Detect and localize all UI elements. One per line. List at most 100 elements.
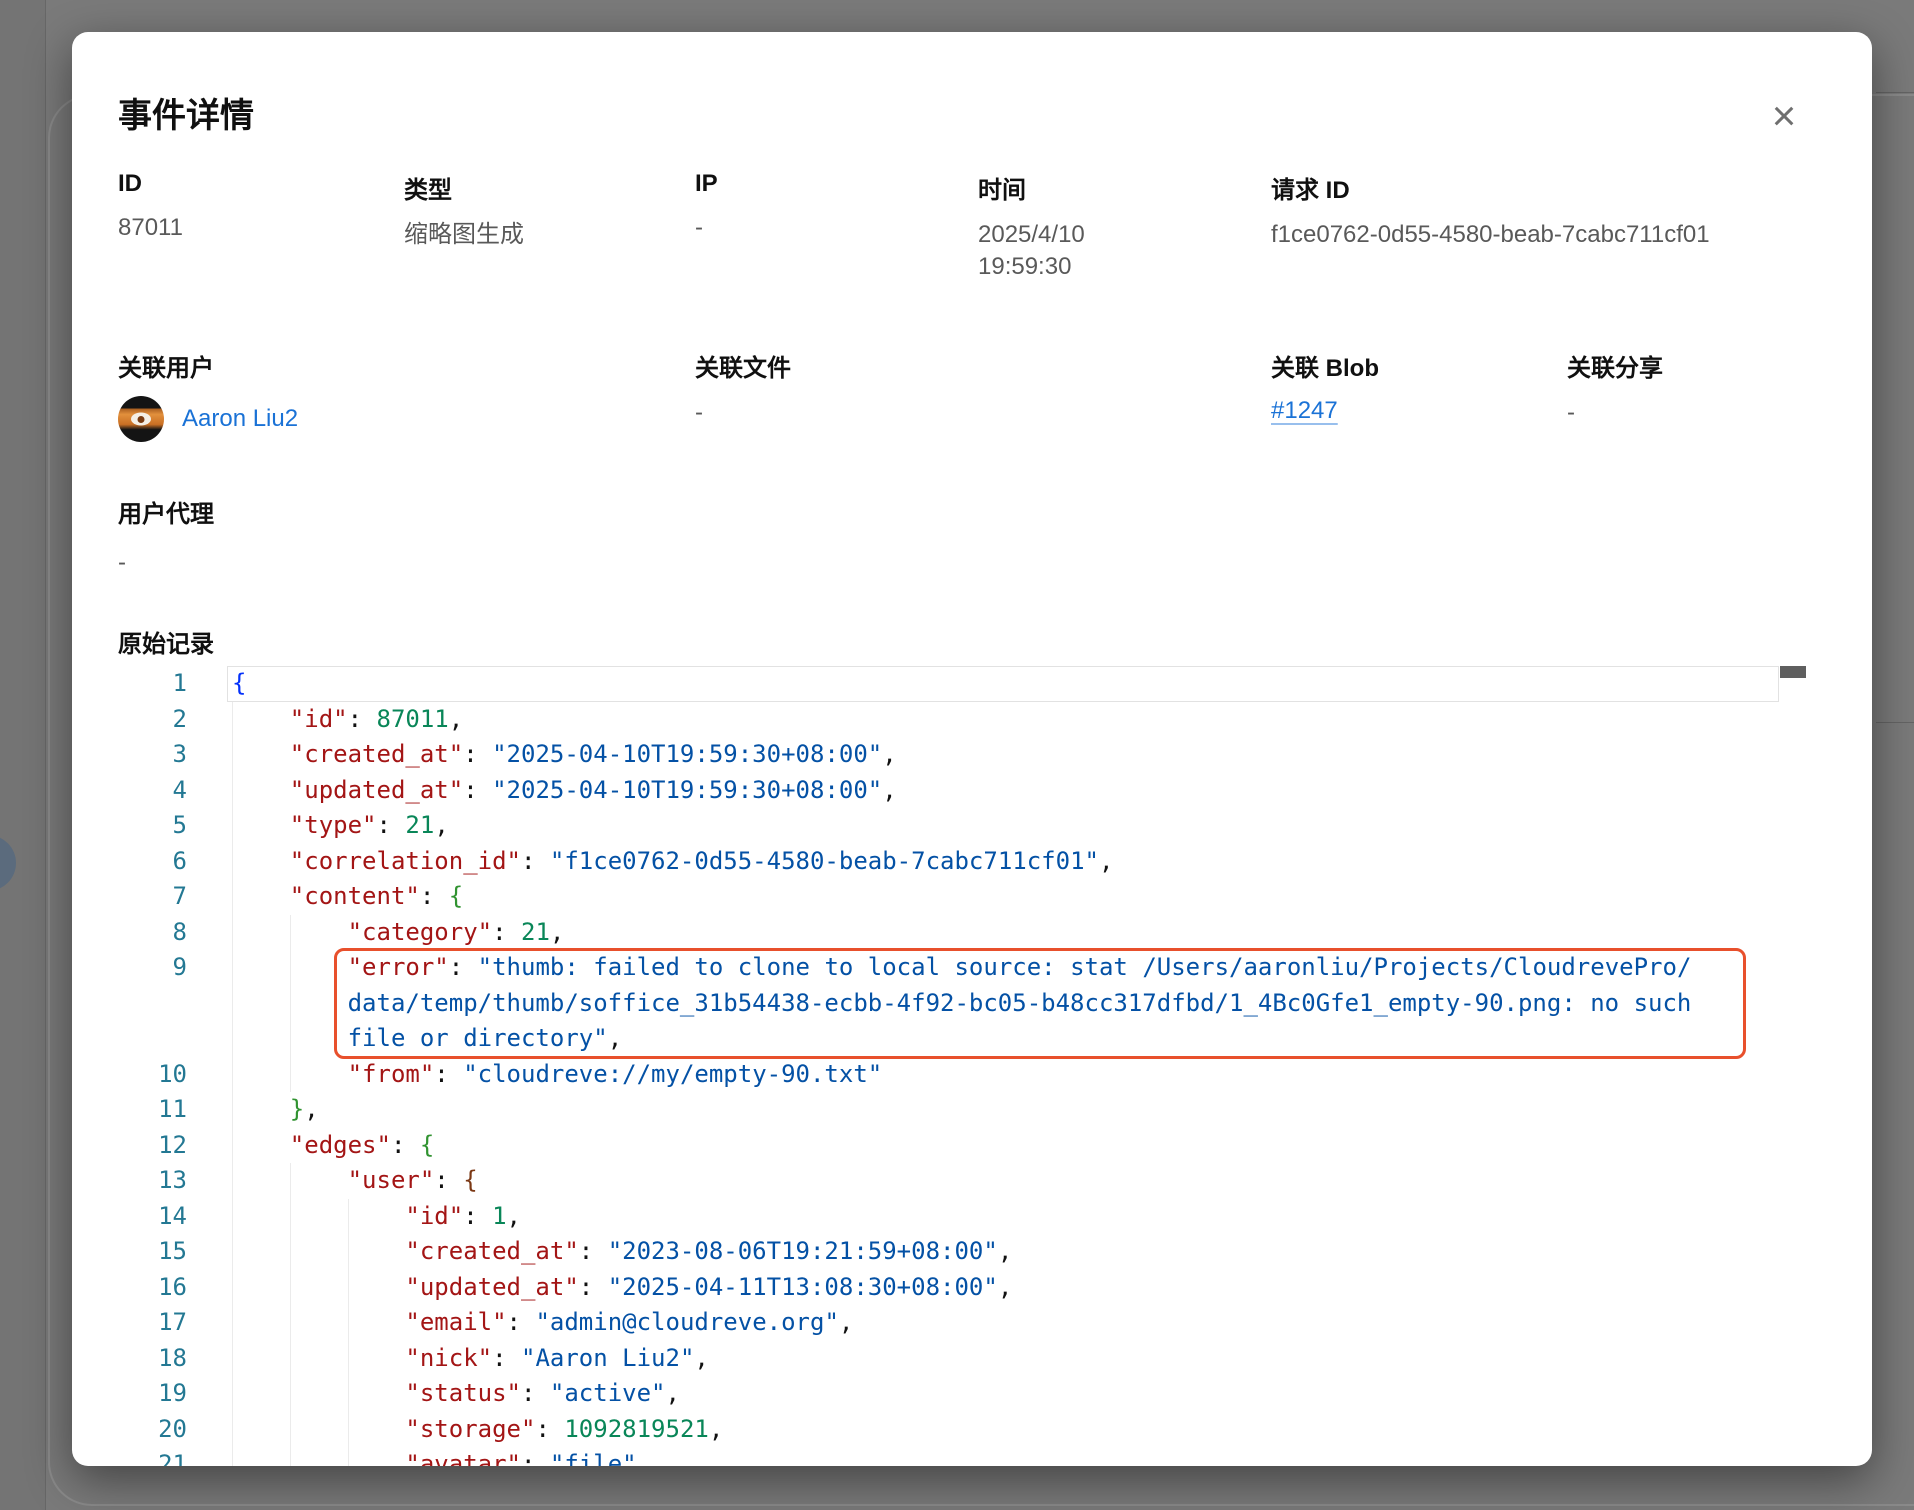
background-row-line <box>1876 722 1914 723</box>
indent-guide <box>232 879 233 915</box>
line-number: 19 <box>118 1376 187 1412</box>
related-blob-link[interactable]: #1247 <box>1271 397 1338 424</box>
field-label: 原始记录 <box>118 624 214 659</box>
code-line: 5 "type": 21, <box>118 808 1812 844</box>
code-content: "created_at": "2025-04-10T19:59:30+08:00… <box>232 737 1812 773</box>
indent-guide <box>290 915 291 951</box>
indent-guide <box>232 702 233 738</box>
field-label: 请求 ID <box>1271 170 1826 205</box>
indent-guide <box>290 1447 291 1466</box>
line-number: 11 <box>118 1092 187 1128</box>
field-user-agent: 用户代理 - <box>118 494 214 579</box>
code-content: "correlation_id": "f1ce0762-0d55-4580-be… <box>232 844 1812 880</box>
field-label: ID <box>118 170 404 198</box>
field-label: 关联文件 <box>695 348 1271 383</box>
code-content: "created_at": "2023-08-06T19:21:59+08:00… <box>232 1234 1812 1270</box>
code-line: 11 }, <box>118 1092 1812 1128</box>
code-content: "avatar": "file", <box>232 1447 1812 1466</box>
line-number: 12 <box>118 1128 187 1164</box>
indent-guide <box>232 1092 233 1128</box>
raw-log-section-label: 原始记录 <box>118 624 214 659</box>
code-content: "edges": { <box>232 1128 1812 1164</box>
line-number: 18 <box>118 1341 187 1377</box>
indent-guide <box>290 1234 291 1270</box>
line-number: 8 <box>118 915 187 951</box>
indent-guide <box>232 1021 233 1057</box>
line-number: 20 <box>118 1412 187 1448</box>
background-row-line <box>1876 92 1914 93</box>
code-line: 18 "nick": "Aaron Liu2", <box>118 1341 1812 1377</box>
field-ip: IP - <box>695 170 978 283</box>
field-time: 时间 2025/4/10 19:59:30 <box>978 170 1271 283</box>
field-related-user: 关联用户 Aaron Liu2 <box>118 348 695 443</box>
code-content: "status": "active", <box>232 1376 1812 1412</box>
indent-guide <box>232 986 233 1022</box>
field-value: - <box>1567 397 1826 429</box>
field-value: - <box>695 397 1271 429</box>
indent-guide <box>290 1341 291 1377</box>
code-line: 21 "avatar": "file", <box>118 1447 1812 1466</box>
indent-guide <box>232 808 233 844</box>
line-number: 9 <box>118 950 187 986</box>
indent-guide <box>232 1199 233 1235</box>
avatar[interactable] <box>118 396 164 442</box>
indent-guide <box>348 1341 349 1377</box>
code-line: 17 "email": "admin@cloudreve.org", <box>118 1305 1812 1341</box>
related-user-link[interactable]: Aaron Liu2 <box>182 405 298 433</box>
field-label: 关联分享 <box>1567 348 1826 383</box>
raw-log-code-editor[interactable]: 1{2 "id": 87011,3 "created_at": "2025-04… <box>118 662 1812 1466</box>
field-value: f1ce0762-0d55-4580-beab-7cabc711cf01 <box>1271 219 1826 251</box>
code-line: 12 "edges": { <box>118 1128 1812 1164</box>
line-number: 3 <box>118 737 187 773</box>
code-line: 2 "id": 87011, <box>118 702 1812 738</box>
indent-guide <box>232 1057 233 1093</box>
indent-guide <box>232 915 233 951</box>
indent-guide <box>290 1199 291 1235</box>
line-number: 21 <box>118 1447 187 1466</box>
indent-guide <box>232 1270 233 1306</box>
code-line: 16 "updated_at": "2025-04-11T13:08:30+08… <box>118 1270 1812 1306</box>
code-line: file or directory", <box>118 1021 1812 1057</box>
code-content: "updated_at": "2025-04-10T19:59:30+08:00… <box>232 773 1812 809</box>
line-number <box>118 1021 187 1057</box>
indent-guide <box>290 950 291 986</box>
field-label: 时间 <box>978 170 1271 205</box>
field-related-blob: 关联 Blob #1247 <box>1271 348 1567 443</box>
meta-row-1: ID 87011 类型 缩略图生成 IP - 时间 2025/4/10 19:5… <box>118 170 1826 283</box>
code-content: { <box>232 666 1812 702</box>
indent-guide <box>232 737 233 773</box>
indent-guide <box>290 1021 291 1057</box>
line-number: 7 <box>118 879 187 915</box>
meta-row-2: 关联用户 Aaron Liu2 关联文件 - 关联 Blob #1247 关联分… <box>118 348 1826 443</box>
field-request-id: 请求 ID f1ce0762-0d55-4580-beab-7cabc711cf… <box>1271 170 1826 283</box>
code-line: 7 "content": { <box>118 879 1812 915</box>
code-line: 1{ <box>118 666 1812 702</box>
line-number: 4 <box>118 773 187 809</box>
code-content: "user": { <box>232 1163 1812 1199</box>
line-number: 6 <box>118 844 187 880</box>
code-line: 20 "storage": 1092819521, <box>118 1412 1812 1448</box>
indent-guide <box>290 1376 291 1412</box>
field-label: 关联 Blob <box>1271 348 1567 383</box>
field-label: 用户代理 <box>118 494 214 529</box>
indent-guide <box>232 1234 233 1270</box>
avatar-emblem-icon <box>131 413 151 426</box>
event-detail-dialog: 事件详情 × ID 87011 类型 缩略图生成 IP - 时间 2025/4/… <box>72 32 1872 1466</box>
code-line: 9 "error": "thumb: failed to clone to lo… <box>118 950 1812 986</box>
indent-guide <box>290 1057 291 1093</box>
indent-guide <box>232 1447 233 1466</box>
code-line: 14 "id": 1, <box>118 1199 1812 1235</box>
field-type: 类型 缩略图生成 <box>404 170 695 283</box>
code-content: "type": 21, <box>232 808 1812 844</box>
field-label: 关联用户 <box>118 348 695 383</box>
indent-guide <box>232 844 233 880</box>
indent-guide <box>232 773 233 809</box>
indent-guide <box>232 1412 233 1448</box>
code-content: "storage": 1092819521, <box>232 1412 1812 1448</box>
dialog-title: 事件详情 <box>118 88 254 137</box>
code-line: 3 "created_at": "2025-04-10T19:59:30+08:… <box>118 737 1812 773</box>
indent-guide <box>348 1412 349 1448</box>
close-button[interactable]: × <box>1762 94 1806 138</box>
code-content: "email": "admin@cloudreve.org", <box>232 1305 1812 1341</box>
close-icon: × <box>1772 95 1797 137</box>
